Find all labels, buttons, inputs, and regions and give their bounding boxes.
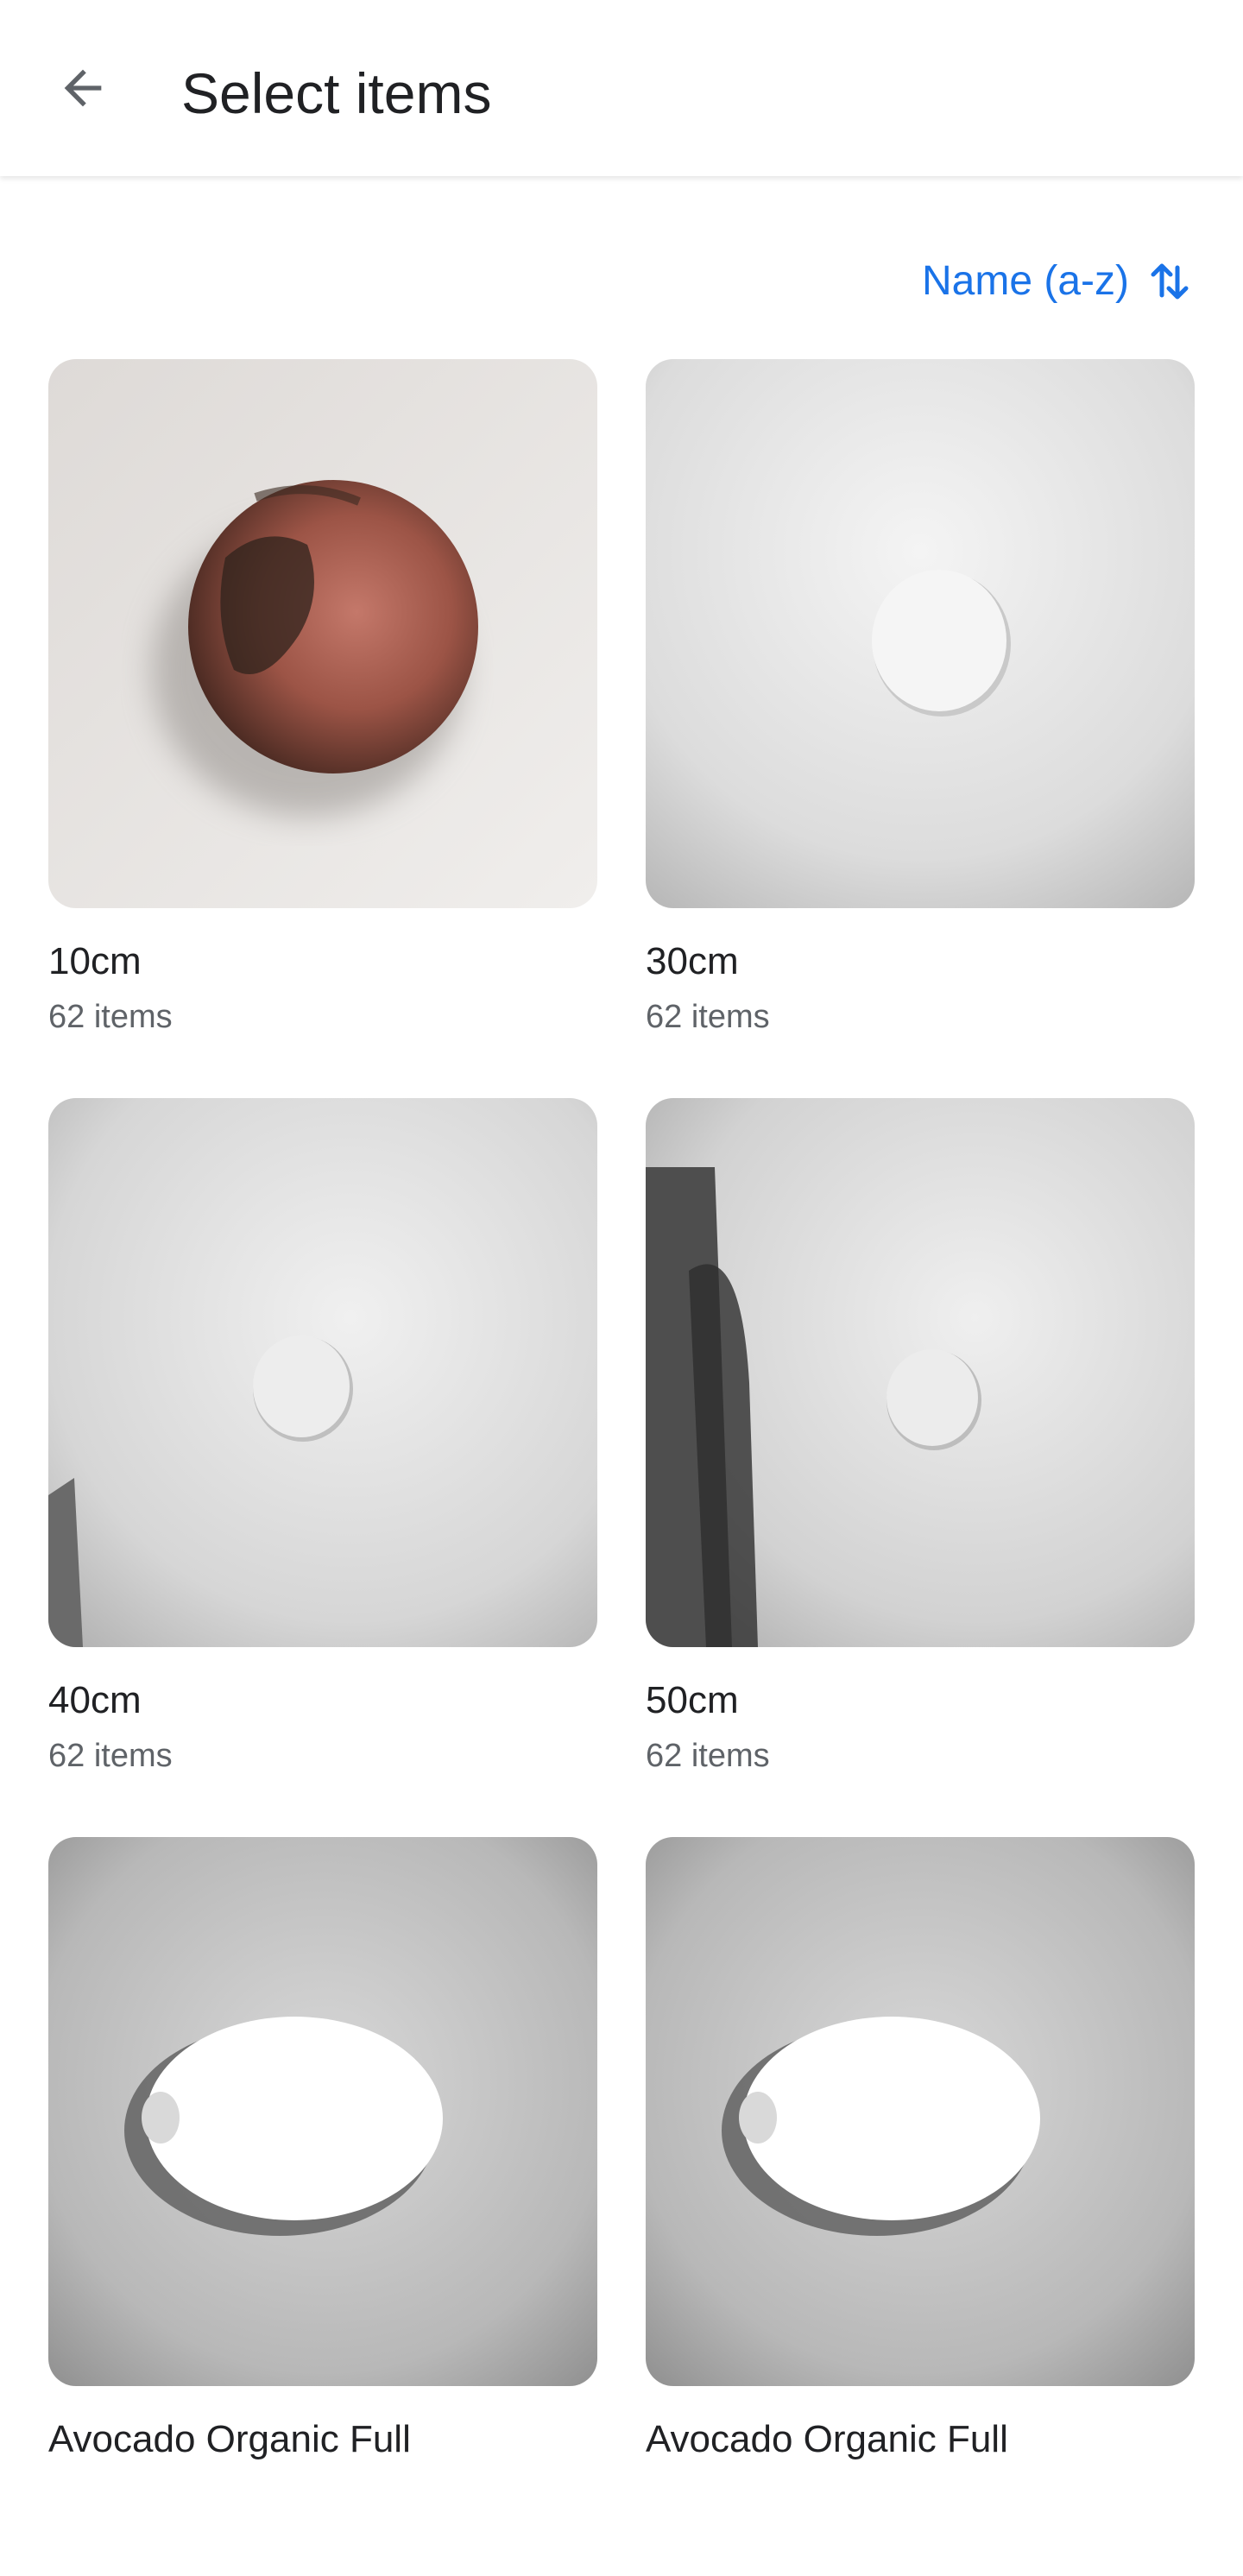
album-name: Avocado Organic Full [48,2418,411,2460]
album-thumbnail [646,1098,1195,1647]
album-name: 30cm [646,940,739,982]
sort-arrows-icon [1148,256,1191,307]
album-count: 62 items [48,1738,173,1774]
sort-label: Name (a-z) [921,258,1129,304]
album-thumbnail [646,1837,1195,2386]
album-count: 62 items [646,1738,770,1774]
album-name: 50cm [646,1679,739,1721]
album-count: 62 items [646,999,770,1035]
app-bar: Select items [0,0,1243,176]
album-thumbnail [48,359,597,908]
album-item[interactable]: Avocado Organic Full [646,1837,1195,2576]
page-title: Select items [181,61,492,125]
album-thumbnail [646,359,1195,908]
album-name: 40cm [48,1679,142,1721]
album-grid: 10cm 62 items 30cm 62 items 40cm 62 item… [48,359,1195,2576]
album-thumbnail [48,1837,597,2386]
album-name: 10cm [48,940,142,982]
album-item[interactable]: 40cm 62 items [48,1098,597,1837]
sort-button[interactable]: Name (a-z) [922,250,1191,313]
album-item[interactable]: 30cm 62 items [646,359,1195,1098]
album-count: 62 items [48,999,173,1035]
album-item[interactable]: Avocado Organic Full [48,1837,597,2576]
album-item[interactable]: 50cm 62 items [646,1098,1195,1837]
album-item[interactable]: 10cm 62 items [48,359,597,1098]
album-name: Avocado Organic Full [646,2418,1008,2460]
album-thumbnail [48,1098,597,1647]
arrow-left-icon [64,69,102,107]
back-button[interactable] [48,54,117,123]
